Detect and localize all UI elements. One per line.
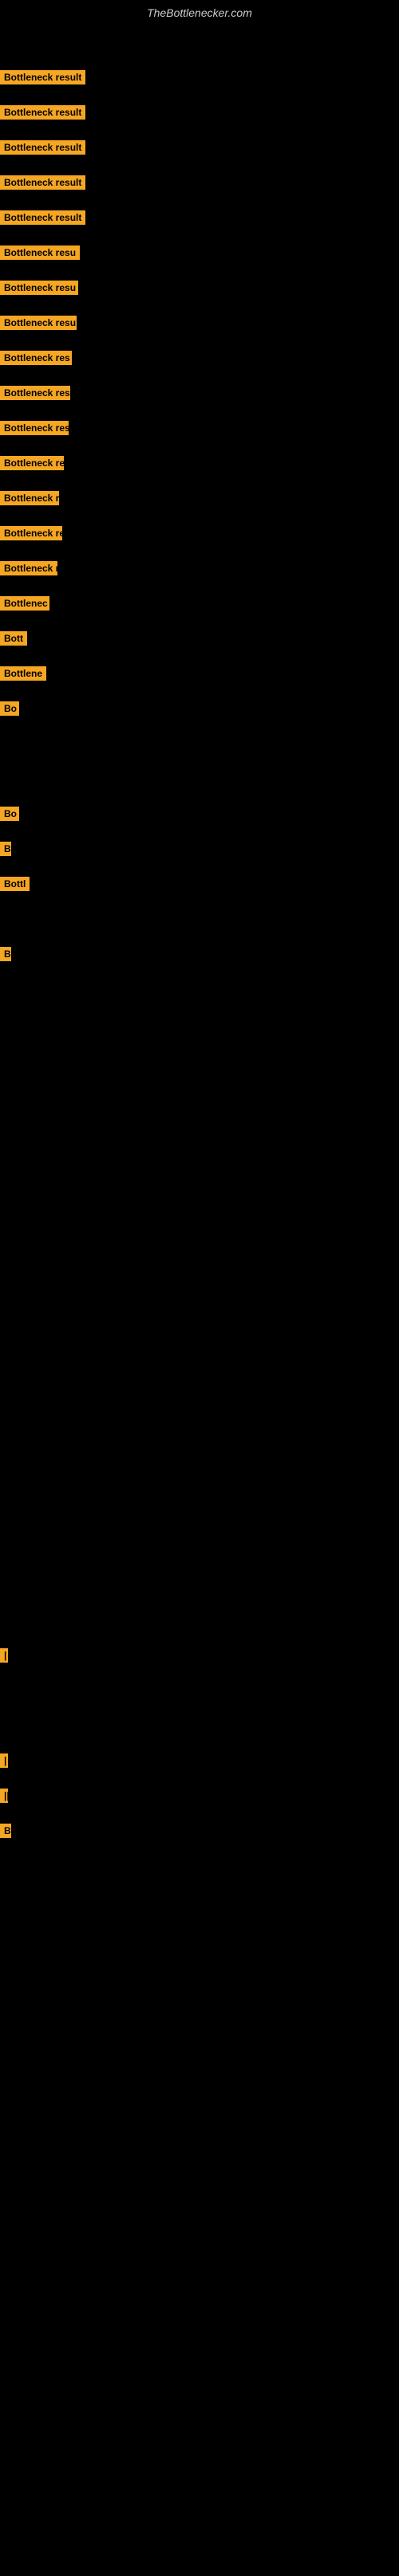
bottleneck-label-5: Bottleneck resu [0,245,80,260]
bottleneck-label-7: Bottleneck resu [0,316,77,330]
bottleneck-label-45: | [0,1648,8,1663]
bottleneck-label-14: Bottleneck r [0,561,57,575]
bottleneck-label-8: Bottleneck res [0,351,72,365]
bottleneck-label-0: Bottleneck result [0,70,85,84]
bottleneck-label-2: Bottleneck result [0,140,85,155]
bottleneck-label-50: B [0,1824,11,1838]
bottleneck-label-25: B [0,947,11,961]
bottleneck-label-1: Bottleneck result [0,105,85,120]
bottleneck-label-3: Bottleneck result [0,175,85,190]
bottleneck-label-17: Bottlene [0,666,46,681]
bottleneck-label-22: B [0,842,11,856]
bottleneck-label-16: Bott [0,631,27,646]
bottleneck-label-15: Bottlenec [0,596,49,611]
bottleneck-label-13: Bottleneck re [0,526,62,540]
bottleneck-label-11: Bottleneck re [0,456,64,470]
bottleneck-label-4: Bottleneck result [0,210,85,225]
bottleneck-label-12: Bottleneck r [0,491,59,505]
bottleneck-label-21: Bo [0,807,19,821]
bottleneck-label-23: Bottl [0,877,30,891]
bottleneck-label-6: Bottleneck resu [0,281,78,295]
bottleneck-label-48: | [0,1753,8,1768]
bottleneck-label-18: Bo [0,701,19,716]
bottleneck-label-10: Bottleneck res [0,421,69,435]
site-title: TheBottlenecker.com [0,0,399,26]
bottleneck-label-9: Bottleneck res [0,386,70,400]
bottleneck-label-49: || [0,1789,8,1803]
